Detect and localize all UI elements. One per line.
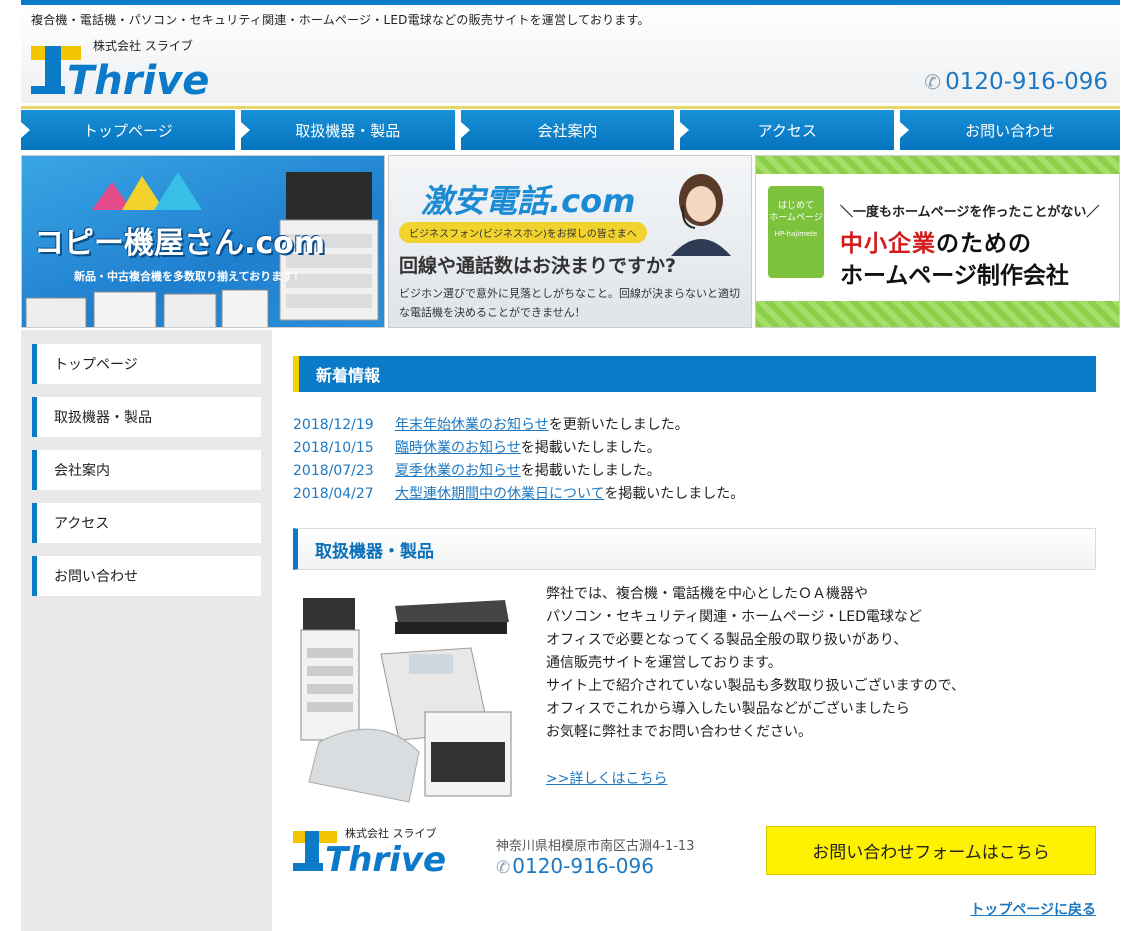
header-phone-number: 0120-916-096 [945, 69, 1108, 95]
banner-row: コピー機屋さん.com 新品・中古複合機を多数取り揃えております！ 激安電話.c… [21, 155, 1120, 328]
news-suffix: を更新いたしました。 [548, 417, 689, 433]
header-divider [21, 106, 1120, 109]
news-item: 2018/12/19 年末年始休業のお知らせを更新いたしました。 [293, 414, 1096, 437]
sidebar-item-access[interactable]: アクセス [32, 503, 261, 543]
badge-line-1: はじめて [777, 201, 814, 211]
banner-web-line2: ホームページ制作会社 [840, 263, 1069, 289]
back-to-top-link[interactable]: トップページに戻る [970, 899, 1096, 919]
products-line: 弊社では、複合機・電話機を中心としたＯＡ機器や [546, 586, 868, 602]
banner-phone-title: 激安電話.com [421, 182, 636, 220]
products-line: オフィスでこれから導入したい製品などがございましたら [546, 701, 910, 717]
products-line: 通信販売サイトを運営しております。 [546, 655, 782, 671]
products-line: オフィスで必要となってくる製品全般の取り扱いがあり、 [546, 632, 908, 648]
banner-web[interactable]: はじめて ホームページ HP-hajimete ＼一度もホームページを作ったこと… [755, 155, 1120, 328]
nav-item-access[interactable]: アクセス [680, 110, 901, 150]
news-item: 2018/04/27 大型連休期間中の休業日についてを掲載いたしました。 [293, 483, 1096, 506]
site-header: 複合機・電話機・パソコン・セキュリティ関連・ホームページ・LED電球などの販売サ… [21, 0, 1120, 109]
news-heading: 新着情報 [293, 356, 1096, 392]
products-line: お気軽に弊社までお問い合わせください。 [546, 724, 812, 740]
news-suffix: を掲載いたしました。 [520, 463, 661, 479]
hajimete-badge: はじめて ホームページ HP-hajimete [768, 186, 824, 278]
footer-address: 神奈川県相模原市南区古淵4-1-13 [496, 839, 695, 854]
logo-wordmark: Thrive [67, 58, 209, 98]
banner-web-top: ＼一度もホームページを作ったことがない／ [840, 205, 1100, 220]
products-more-link[interactable]: >>詳しくはこちら [546, 768, 667, 788]
sidebar-item-top[interactable]: トップページ [32, 344, 261, 384]
news-date: 2018/04/27 [293, 486, 374, 502]
news-suffix: を掲載いたしました。 [520, 440, 661, 456]
badge-line-3: HP-hajimete [774, 230, 818, 238]
news-item: 2018/10/15 臨時休業のお知らせを掲載いたしました。 [293, 437, 1096, 460]
products-heading: 取扱機器・製品 [293, 528, 1096, 570]
nav-item-company[interactable]: 会社案内 [460, 110, 681, 150]
banner-web-line1: 中小企業のための [840, 224, 1032, 258]
banner-web-stripe-bottom [756, 301, 1119, 327]
site-tagline: 複合機・電話機・パソコン・セキュリティ関連・ホームページ・LED電球などの販売サ… [31, 13, 650, 27]
main-nav: トップページ 取扱機器・製品 会社案内 アクセス お問い合わせ [21, 110, 1120, 150]
news-link[interactable]: 夏季休業のお知らせ [395, 463, 521, 479]
news-date: 2018/07/23 [293, 463, 374, 479]
products-photo-icon [300, 598, 512, 803]
banner-copy-subtitle: 新品・中古複合機を多数取り揃えております！ [74, 270, 305, 283]
news-link[interactable]: 大型連休期間中の休業日について [395, 486, 604, 502]
nav-item-contact[interactable]: お問い合わせ [900, 110, 1120, 150]
products-line: サイト上で紹介されていない製品も多数取り扱いございますので、 [546, 678, 966, 694]
banner-phone[interactable]: 激安電話.com ビジネスフォン(ビジネスホン)をお探しの皆さまへ 回線や通話数… [388, 155, 752, 328]
banner-phone-question: 回線や通話数はお決まりですか? [399, 255, 677, 277]
products-line: パソコン・セキュリティ関連・ホームページ・LED電球など [546, 609, 922, 625]
color-swatch-icon [92, 172, 202, 210]
footer-phone-number: 0120-916-096 [512, 854, 654, 878]
banner-web-line1-red: 中小企業 [840, 231, 936, 257]
site-container: 複合機・電話機・パソコン・セキュリティ関連・ホームページ・LED電球などの販売サ… [21, 0, 1120, 931]
banner-phone-desc: ビジホン選びで意外に見落としがちなこと。回線が決まらないと適切な電話機を決めるこ… [399, 287, 740, 319]
sidebar-menu: トップページ 取扱機器・製品 会社案内 アクセス お問い合わせ [32, 344, 261, 609]
products-description: 弊社では、複合機・電話機を中心としたＯＡ機器や パソコン・セキュリティ関連・ホー… [546, 583, 1066, 744]
operator-photo-icon [671, 174, 731, 256]
thrive-logo-icon: Thrive [31, 46, 209, 98]
footer-phone[interactable]: ✆ 0120-916-096 [496, 854, 654, 878]
banner-web-stripe-top [756, 156, 1119, 174]
news-list: 2018/12/19 年末年始休業のお知らせを更新いたしました。 2018/10/… [293, 414, 1096, 506]
nav-item-products[interactable]: 取扱機器・製品 [240, 110, 461, 150]
thrive-logo-icon: Thrive [293, 831, 446, 875]
banner-phone-pill: ビジネスフォン(ビジネスホン)をお探しの皆さまへ [399, 222, 647, 243]
footer-logo-wordmark: Thrive [325, 840, 446, 875]
news-link[interactable]: 臨時休業のお知らせ [395, 440, 521, 456]
banner-web-line1-rest: のための [936, 231, 1032, 257]
news-date: 2018/12/19 [293, 417, 374, 433]
sidebar-item-contact[interactable]: お問い合わせ [32, 556, 261, 596]
badge-line-2: ホームページ [769, 213, 823, 223]
sidebar-item-products[interactable]: 取扱機器・製品 [32, 397, 261, 437]
contact-form-button[interactable]: お問い合わせフォームはこちら [766, 826, 1096, 875]
nav-item-top[interactable]: トップページ [21, 110, 241, 150]
phone-icon: ✆ [496, 858, 511, 878]
news-item: 2018/07/23 夏季休業のお知らせを掲載いたしました。 [293, 460, 1096, 483]
header-phone[interactable]: ✆ 0120-916-096 [924, 69, 1108, 95]
news-suffix: を掲載いたしました。 [604, 486, 745, 502]
copier-lineup-icon [25, 289, 269, 327]
banner-copy-title: コピー機屋さん.com [34, 226, 326, 261]
news-date: 2018/10/15 [293, 440, 374, 456]
site-logo[interactable]: 株式会社 スライブ Thrive [31, 37, 271, 99]
phone-icon: ✆ [924, 70, 942, 94]
footer-logo[interactable]: 株式会社 スライブ Thrive [293, 825, 493, 875]
banner-copy-machine[interactable]: コピー機屋さん.com 新品・中古複合機を多数取り揃えております！ [21, 155, 385, 328]
news-link[interactable]: 年末年始休業のお知らせ [395, 417, 549, 433]
page: 複合機・電話機・パソコン・セキュリティ関連・ホームページ・LED電球などの販売サ… [0, 0, 1141, 931]
sidebar-item-company[interactable]: 会社案内 [32, 450, 261, 490]
